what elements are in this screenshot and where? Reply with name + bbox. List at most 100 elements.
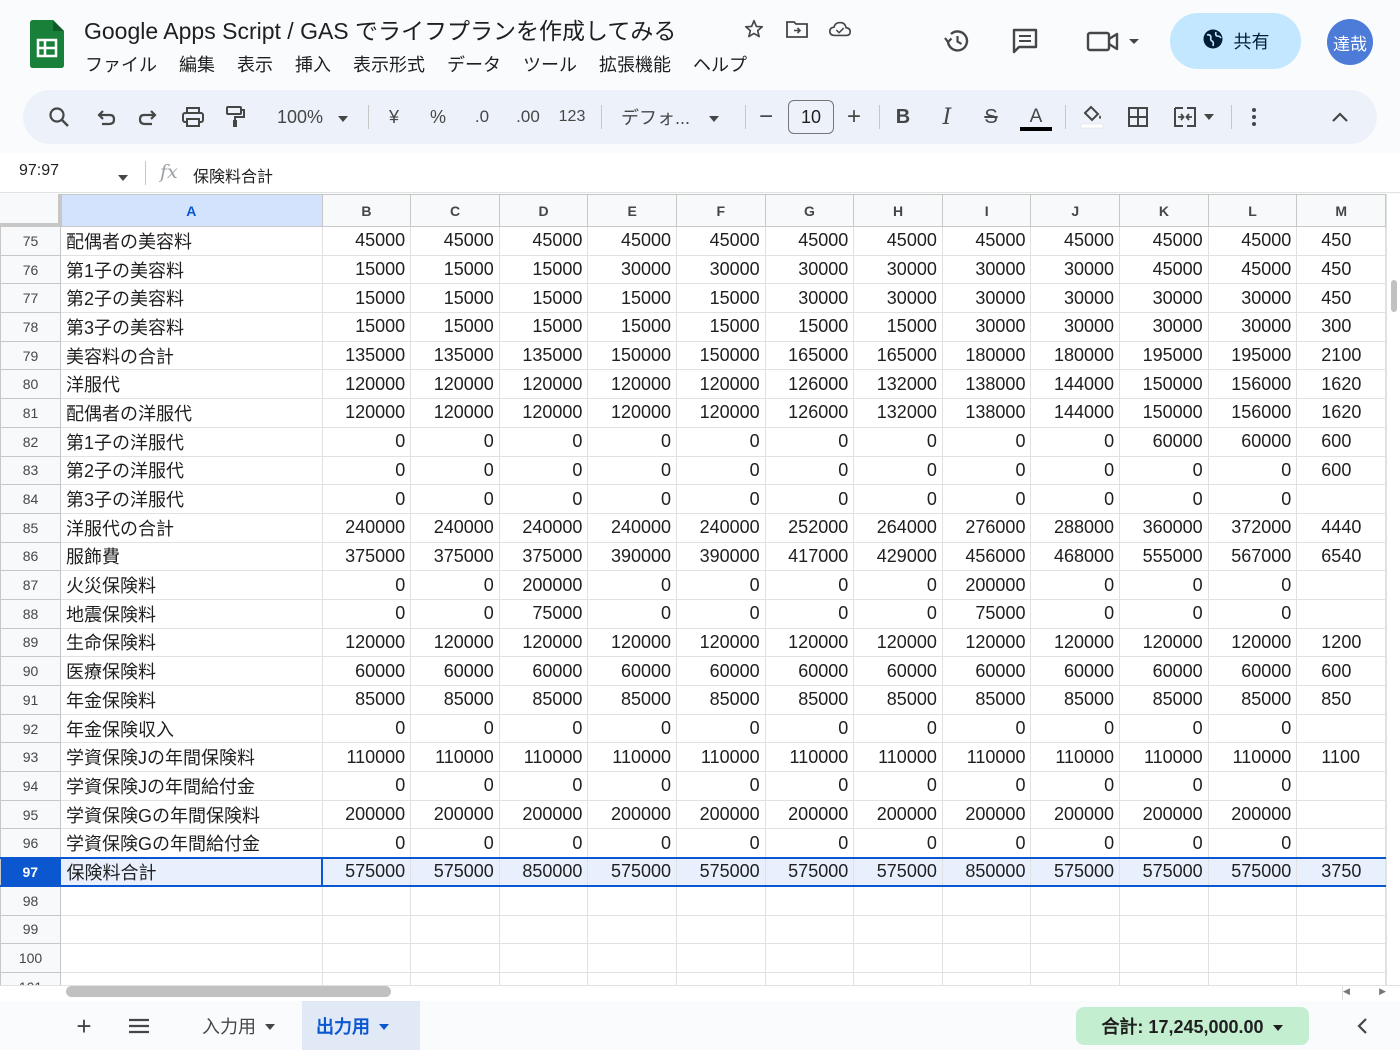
row-header[interactable]: 77 [0, 283, 61, 314]
row-header[interactable]: 93 [0, 742, 61, 773]
row-header[interactable]: 88 [0, 598, 61, 629]
selection-sum-chip[interactable]: 合計: 17,245,000.00 [1076, 1007, 1309, 1045]
cell-value[interactable]: 85000 [853, 685, 943, 715]
cell-value[interactable]: 135000 [498, 340, 589, 371]
text-color-button[interactable]: A [1019, 90, 1053, 144]
cell-value[interactable]: 288000 [1030, 512, 1121, 543]
cell-value[interactable]: 600 [1296, 656, 1386, 686]
column-header-i[interactable]: I [941, 194, 1032, 227]
cell-value[interactable]: 60000 [1119, 426, 1209, 457]
cell-value[interactable]: 45000 [1030, 226, 1121, 256]
cell-value[interactable]: 0 [410, 426, 500, 457]
cell-value[interactable]: 0 [321, 484, 412, 514]
document-title[interactable]: Google Apps Script / GAS でライフプランを作成してみる [84, 12, 676, 46]
cell-value[interactable]: 120000 [941, 627, 1032, 658]
cell-value[interactable]: 0 [321, 713, 412, 744]
cell-value[interactable]: 15000 [321, 312, 412, 342]
strikethrough-button[interactable]: S [977, 90, 1005, 144]
cell-value[interactable]: 0 [587, 426, 678, 457]
cell-value[interactable]: 0 [1030, 426, 1121, 457]
all-sheets-icon[interactable] [124, 1011, 154, 1041]
cell-value[interactable] [498, 914, 589, 945]
cell-value[interactable] [1119, 914, 1209, 945]
cell-value[interactable]: 120000 [853, 627, 943, 658]
cell-value[interactable]: 120000 [410, 369, 500, 400]
cell-value[interactable]: 0 [410, 771, 500, 801]
row-header[interactable]: 78 [0, 312, 61, 342]
cell-value[interactable]: 165000 [853, 340, 943, 371]
cell-value[interactable] [321, 971, 412, 985]
cell-value[interactable]: 120000 [1207, 627, 1298, 658]
row-header[interactable]: 85 [0, 512, 61, 543]
cell-value[interactable]: 240000 [676, 512, 766, 543]
cell-value[interactable] [587, 914, 678, 945]
cell-value[interactable]: 15000 [587, 283, 678, 314]
cell-value[interactable]: 85000 [587, 685, 678, 715]
menu-extensions[interactable]: 拡張機能 [588, 52, 682, 78]
cell-value[interactable]: 468000 [1030, 541, 1121, 572]
cell-value[interactable]: 575000 [1207, 856, 1298, 888]
cell-value[interactable]: 45000 [853, 226, 943, 256]
print-icon[interactable] [177, 90, 209, 144]
column-header-c[interactable]: C [410, 194, 500, 227]
cell-value[interactable]: 0 [1207, 771, 1298, 801]
cell-value[interactable]: 450 [1296, 283, 1386, 314]
cell-value[interactable]: 0 [853, 598, 943, 629]
cell-value[interactable] [1207, 885, 1298, 916]
cell-value[interactable]: 0 [498, 713, 589, 744]
cell-value[interactable]: 60000 [321, 656, 412, 686]
cell-value[interactable]: 240000 [587, 512, 678, 543]
cell-value[interactable]: 0 [1207, 598, 1298, 629]
cell-value[interactable]: 0 [410, 828, 500, 859]
cell-value[interactable]: 156000 [1207, 398, 1298, 428]
cell-value[interactable]: 0 [1207, 484, 1298, 514]
row-header[interactable]: 86 [0, 541, 61, 572]
cell-value[interactable]: 3750 [1296, 856, 1386, 888]
cell-value[interactable]: 85000 [676, 685, 766, 715]
cell-value[interactable]: 60000 [587, 656, 678, 686]
cell-label[interactable] [59, 943, 323, 973]
cell-value[interactable]: 0 [410, 484, 500, 514]
cell-value[interactable]: 0 [853, 828, 943, 859]
cell-value[interactable] [764, 943, 855, 973]
cell-value[interactable] [1030, 971, 1121, 985]
cell-value[interactable]: 0 [587, 455, 678, 486]
cell-value[interactable] [676, 885, 766, 916]
cell-value[interactable]: 0 [941, 828, 1032, 859]
cell-value[interactable]: 0 [1030, 828, 1121, 859]
chevron-down-icon[interactable] [378, 1015, 390, 1036]
chevron-down-icon[interactable] [264, 1015, 276, 1036]
cell-value[interactable]: 132000 [853, 398, 943, 428]
cell-value[interactable]: 200000 [676, 799, 766, 830]
cell-value[interactable]: 567000 [1207, 541, 1298, 572]
cell-value[interactable]: 110000 [498, 742, 589, 773]
cell-value[interactable]: 200000 [764, 799, 855, 830]
move-to-folder-icon[interactable] [785, 17, 809, 41]
cell-value[interactable]: 0 [1207, 828, 1298, 859]
font-size-input[interactable]: 10 [788, 100, 834, 134]
cell-value[interactable]: 0 [1030, 484, 1121, 514]
cell-value[interactable]: 15000 [498, 254, 589, 285]
cell-value[interactable]: 0 [676, 598, 766, 629]
cell-value[interactable]: 0 [764, 771, 855, 801]
cell-value[interactable]: 15000 [764, 312, 855, 342]
cell-value[interactable]: 0 [676, 484, 766, 514]
cell-value[interactable] [1119, 943, 1209, 973]
cell-value[interactable]: 120000 [498, 369, 589, 400]
cell-label[interactable] [59, 885, 323, 916]
cell-value[interactable]: 429000 [853, 541, 943, 572]
cell-value[interactable]: 45000 [941, 226, 1032, 256]
merge-cells-icon[interactable] [1167, 90, 1221, 144]
sheets-logo-icon[interactable] [30, 20, 64, 68]
cell-label[interactable]: 洋服代 [59, 369, 323, 400]
cell-value[interactable]: 30000 [1030, 312, 1121, 342]
cell-label[interactable]: 第1子の美容料 [59, 254, 323, 285]
cell-value[interactable]: 555000 [1119, 541, 1209, 572]
cell-value[interactable]: 30000 [1030, 254, 1121, 285]
cell-value[interactable]: 30000 [1030, 283, 1121, 314]
cell-value[interactable]: 600 [1296, 426, 1386, 457]
cell-value[interactable]: 1620 [1296, 369, 1386, 400]
cell-value[interactable]: 0 [1119, 598, 1209, 629]
cell-value[interactable]: 0 [587, 484, 678, 514]
cell-value[interactable]: 120000 [676, 627, 766, 658]
